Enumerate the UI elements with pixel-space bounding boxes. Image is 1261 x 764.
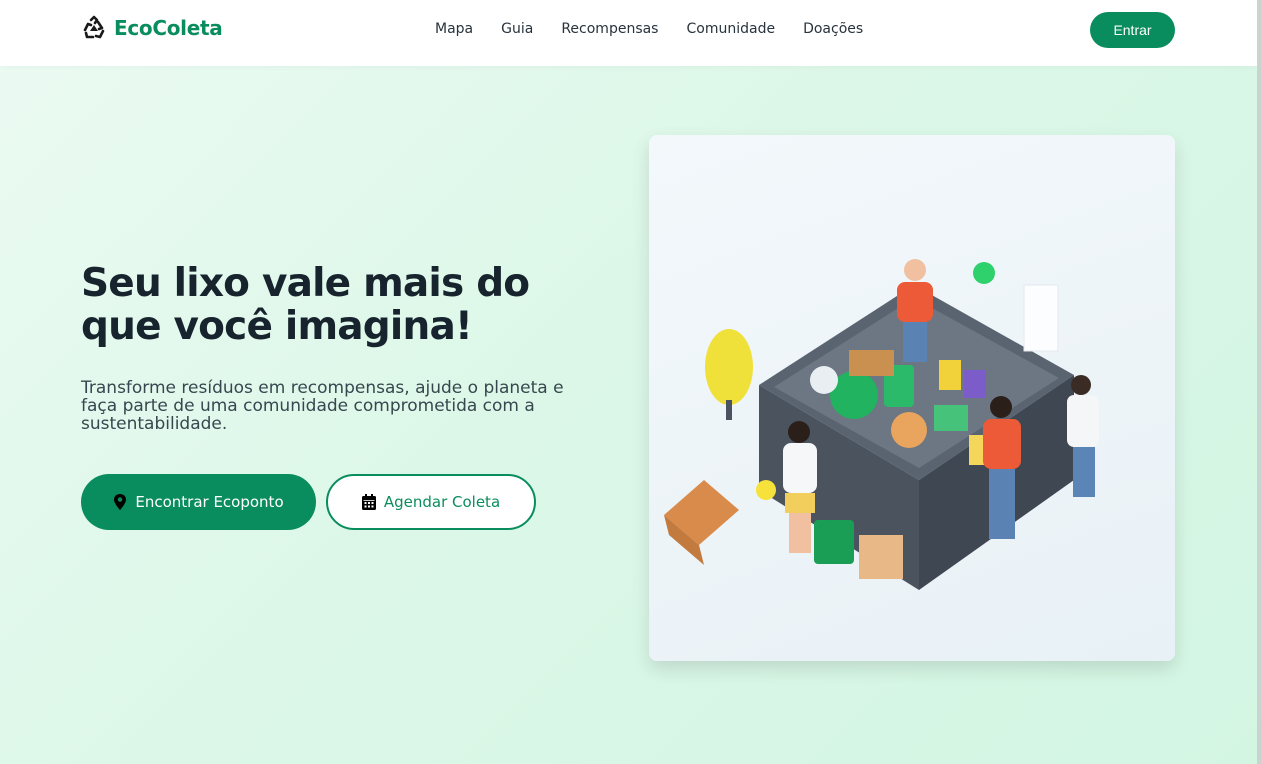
login-button[interactable]: Entrar [1090, 12, 1175, 48]
navbar: EcoColeta Mapa Guia Recompensas Comunida… [0, 0, 1257, 66]
brand-logo[interactable]: EcoColeta [80, 14, 223, 42]
page-scrollbar[interactable] [1257, 0, 1261, 764]
map-pin-icon [114, 494, 127, 510]
find-ecopoint-label: Encontrar Ecoponto [135, 493, 284, 511]
schedule-pickup-button[interactable]: Agendar Coleta [326, 474, 536, 530]
hero-title: Seu lixo vale mais do que você imagina! [81, 261, 530, 349]
nav-item-recompensas[interactable]: Recompensas [561, 21, 658, 37]
recycling-container-illustration [649, 135, 1175, 661]
brand-name: EcoColeta [114, 16, 223, 40]
schedule-pickup-label: Agendar Coleta [383, 493, 501, 511]
nav-item-doacoes[interactable]: Doações [803, 21, 863, 37]
main-nav: Mapa Guia Recompensas Comunidade Doações [435, 21, 863, 37]
recycle-icon [83, 15, 105, 39]
nav-item-comunidade[interactable]: Comunidade [686, 21, 775, 37]
nav-item-mapa[interactable]: Mapa [435, 21, 473, 37]
illustration-art [664, 259, 1099, 590]
calendar-icon [361, 494, 376, 510]
nav-item-guia[interactable]: Guia [501, 21, 533, 37]
hero-subtitle: Transforme resíduos em recompensas, ajud… [81, 378, 564, 434]
find-ecopoint-button[interactable]: Encontrar Ecoponto [81, 474, 316, 530]
